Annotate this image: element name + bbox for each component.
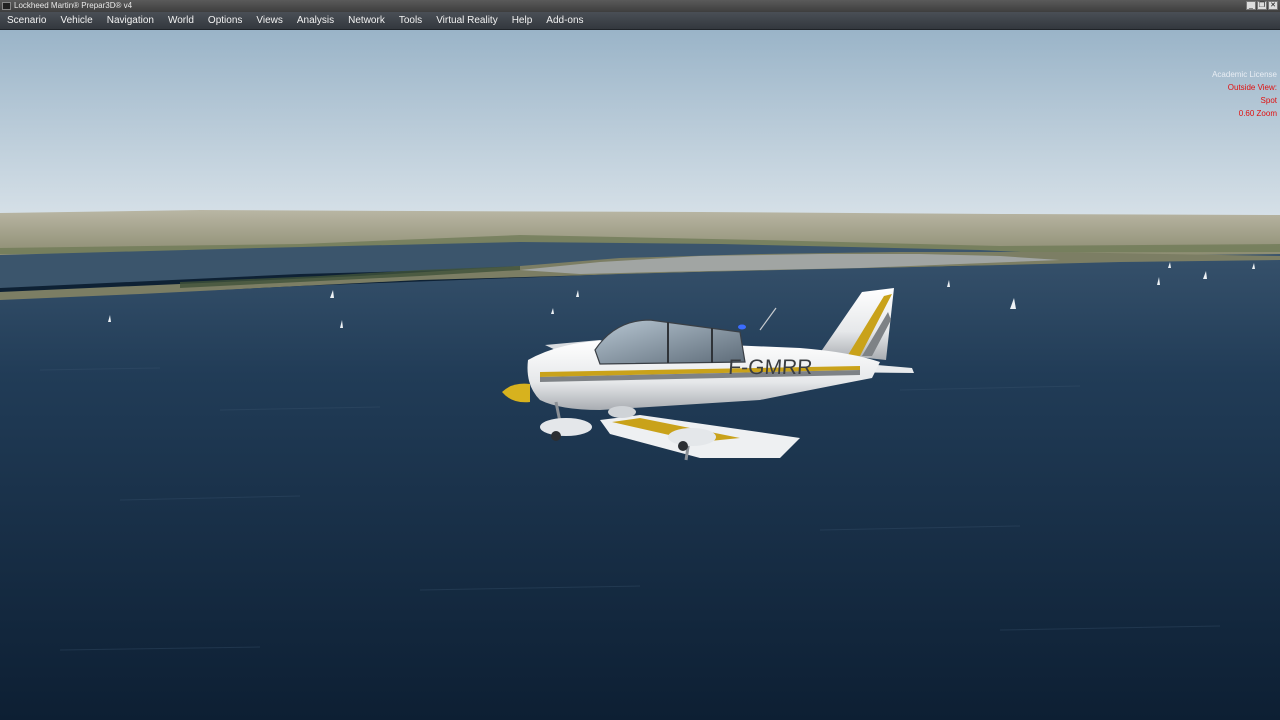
far-wheel-fairing xyxy=(608,406,636,418)
view-mode-label: Outside View: xyxy=(1227,83,1277,92)
menu-scenario[interactable]: Scenario xyxy=(0,12,53,30)
close-button[interactable]: ✕ xyxy=(1268,1,1278,10)
restore-button[interactable]: ❐ xyxy=(1257,1,1267,10)
menu-options[interactable]: Options xyxy=(201,12,249,30)
main-wheel-fairing xyxy=(668,428,716,446)
nose-wheel xyxy=(551,431,561,441)
beacon-light xyxy=(738,324,746,330)
hud-overlay: Academic License Outside View: Spot 0.60… xyxy=(1212,68,1277,120)
menu-navigation[interactable]: Navigation xyxy=(100,12,161,30)
camera-label: Spot xyxy=(1260,96,1277,105)
aircraft-registration: F-GMRR xyxy=(728,356,814,379)
menu-help[interactable]: Help xyxy=(505,12,540,30)
minimize-button[interactable]: _ xyxy=(1246,1,1256,10)
menu-views[interactable]: Views xyxy=(249,12,290,30)
simulator-viewport[interactable]: F-GMRR Academic License Outside View: Sp… xyxy=(0,30,1280,720)
zoom-label: 0.60 Zoom xyxy=(1238,109,1277,118)
sky xyxy=(0,30,1280,220)
nose-wheel-fairing xyxy=(540,418,592,436)
window-title: Lockheed Martin® Prepar3D® v4 xyxy=(14,1,133,10)
menu-world[interactable]: World xyxy=(161,12,201,30)
main-wheel xyxy=(678,441,688,451)
license-label: Academic License xyxy=(1212,70,1277,79)
menu-virtual-reality[interactable]: Virtual Reality xyxy=(429,12,505,30)
menu-network[interactable]: Network xyxy=(341,12,392,30)
menu-add-ons[interactable]: Add-ons xyxy=(539,12,590,30)
app-icon xyxy=(2,2,11,10)
menu-bar: Scenario Vehicle Navigation World Option… xyxy=(0,12,1280,30)
menu-vehicle[interactable]: Vehicle xyxy=(53,12,99,30)
menu-tools[interactable]: Tools xyxy=(392,12,429,30)
window-title-bar: Lockheed Martin® Prepar3D® v4 _ ❐ ✕ xyxy=(0,0,1280,12)
window-controls: _ ❐ ✕ xyxy=(1246,1,1278,10)
menu-analysis[interactable]: Analysis xyxy=(290,12,341,30)
